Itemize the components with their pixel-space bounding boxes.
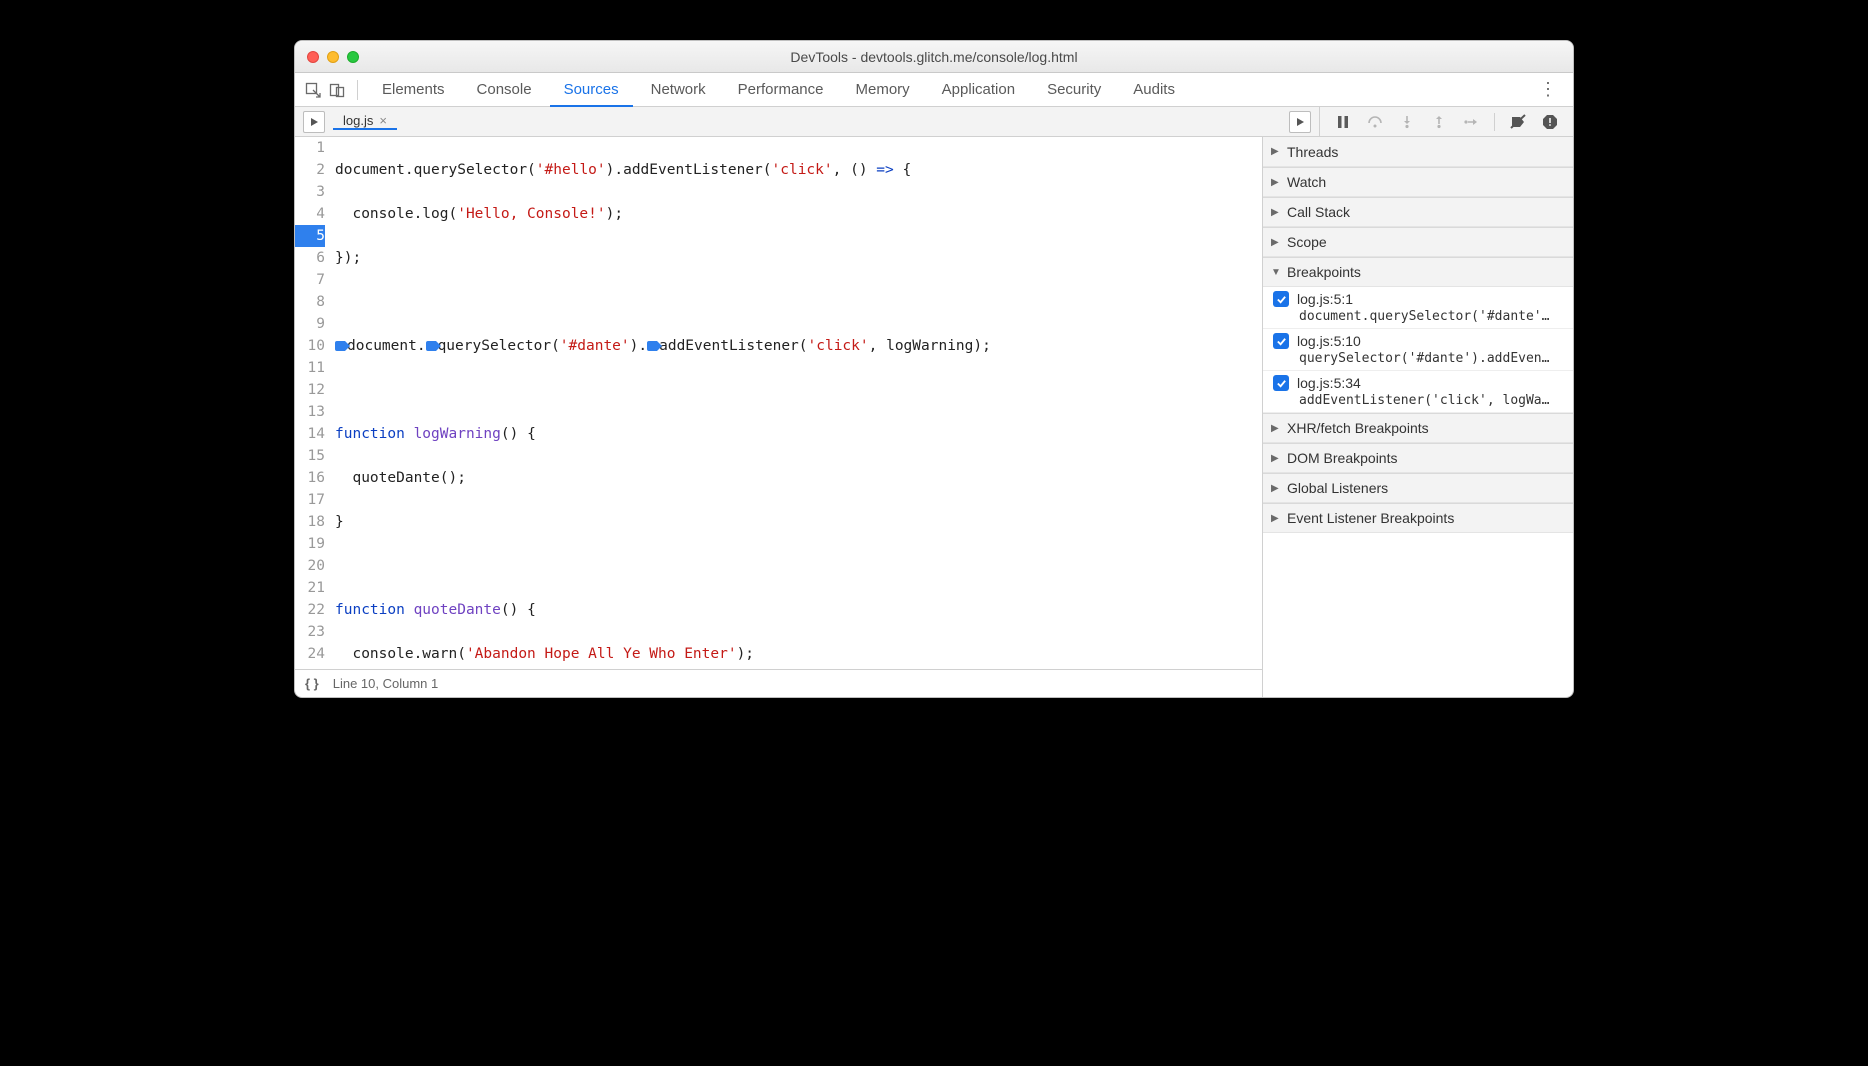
cursor-position: Line 10, Column 1 xyxy=(333,676,439,691)
step-over-icon[interactable] xyxy=(1366,113,1384,131)
deactivate-breakpoints-icon[interactable] xyxy=(1509,113,1527,131)
file-tab-label: log.js xyxy=(343,113,373,128)
close-file-icon[interactable]: × xyxy=(379,113,387,128)
panel-threads[interactable]: ▶Threads xyxy=(1263,137,1573,167)
editor-statusbar: { } Line 10, Column 1 xyxy=(295,669,1262,697)
step-out-icon[interactable] xyxy=(1430,113,1448,131)
panel-global-label: Global Listeners xyxy=(1287,480,1388,496)
file-tab-logjs[interactable]: log.js × xyxy=(333,113,397,130)
maximize-window-button[interactable] xyxy=(347,51,359,63)
breakpoint-checkbox[interactable] xyxy=(1273,375,1289,391)
code-editor[interactable]: 1234 5 6789 10111213 14151617 18192021 2… xyxy=(295,137,1262,669)
debugger-sidebar: ▶Threads ▶Watch ▶Call Stack ▶Scope ▼Brea… xyxy=(1263,137,1573,697)
titlebar: DevTools - devtools.glitch.me/console/lo… xyxy=(295,41,1573,73)
panel-breakpoints[interactable]: ▼Breakpoints xyxy=(1263,257,1573,287)
breakpoint-item[interactable]: log.js:5:1 document.querySelector('#dant… xyxy=(1263,287,1573,329)
toolbar-separator xyxy=(1494,113,1495,131)
panel-watch[interactable]: ▶Watch xyxy=(1263,167,1573,197)
more-options-icon[interactable]: ⋮ xyxy=(1531,79,1565,100)
inspect-element-icon[interactable] xyxy=(303,80,323,100)
panel-watch-label: Watch xyxy=(1287,174,1326,190)
window-title: DevTools - devtools.glitch.me/console/lo… xyxy=(295,49,1573,65)
line-gutter[interactable]: 1234 5 6789 10111213 14151617 18192021 2… xyxy=(295,137,329,669)
device-toolbar-icon[interactable] xyxy=(327,80,347,100)
tab-performance[interactable]: Performance xyxy=(724,73,838,106)
show-navigator-icon[interactable] xyxy=(303,111,325,133)
tab-memory[interactable]: Memory xyxy=(842,73,924,106)
step-icon[interactable] xyxy=(1462,113,1480,131)
close-window-button[interactable] xyxy=(307,51,319,63)
panel-dom-label: DOM Breakpoints xyxy=(1287,450,1397,466)
breakpoint-marker-icon[interactable] xyxy=(426,341,436,351)
breakpoint-snippet: querySelector('#dante').addEven… xyxy=(1273,349,1565,366)
devtools-window: DevTools - devtools.glitch.me/console/lo… xyxy=(294,40,1574,698)
panel-event-label: Event Listener Breakpoints xyxy=(1287,510,1454,526)
minimize-window-button[interactable] xyxy=(327,51,339,63)
panel-event-listener-breakpoints[interactable]: ▶Event Listener Breakpoints xyxy=(1263,503,1573,533)
breakpoint-snippet: document.querySelector('#dante'… xyxy=(1273,307,1565,324)
tab-sources[interactable]: Sources xyxy=(550,74,633,107)
tab-application[interactable]: Application xyxy=(928,73,1029,106)
tab-audits[interactable]: Audits xyxy=(1119,73,1189,106)
show-debugger-icon[interactable] xyxy=(1289,111,1311,133)
step-into-icon[interactable] xyxy=(1398,113,1416,131)
breakpoint-item[interactable]: log.js:5:34 addEventListener('click', lo… xyxy=(1263,371,1573,413)
breakpoint-line-5: 5 xyxy=(295,225,325,247)
tab-console[interactable]: Console xyxy=(463,73,546,106)
traffic-lights xyxy=(295,51,359,63)
panel-scope-label: Scope xyxy=(1287,234,1327,250)
breakpoint-marker-icon[interactable] xyxy=(335,341,345,351)
breakpoint-marker-icon[interactable] xyxy=(647,341,657,351)
code-content[interactable]: document.querySelector('#hello').addEven… xyxy=(329,137,1262,669)
editor-pane: 1234 5 6789 10111213 14151617 18192021 2… xyxy=(295,137,1263,697)
pause-icon[interactable] xyxy=(1334,113,1352,131)
tab-separator xyxy=(357,80,358,100)
breakpoint-location: log.js:5:1 xyxy=(1297,291,1353,307)
panel-scope[interactable]: ▶Scope xyxy=(1263,227,1573,257)
panel-callstack[interactable]: ▶Call Stack xyxy=(1263,197,1573,227)
pause-on-exceptions-icon[interactable] xyxy=(1541,113,1559,131)
devtools-tabs: Elements Console Sources Network Perform… xyxy=(295,73,1573,107)
tab-security[interactable]: Security xyxy=(1033,73,1115,106)
panel-xhr-breakpoints[interactable]: ▶XHR/fetch Breakpoints xyxy=(1263,413,1573,443)
panel-xhr-label: XHR/fetch Breakpoints xyxy=(1287,420,1429,436)
main-area: 1234 5 6789 10111213 14151617 18192021 2… xyxy=(295,137,1573,697)
pretty-print-icon[interactable]: { } xyxy=(305,676,319,691)
tab-network[interactable]: Network xyxy=(637,73,720,106)
panel-callstack-label: Call Stack xyxy=(1287,204,1350,220)
breakpoint-snippet: addEventListener('click', logWa… xyxy=(1273,391,1565,408)
debugger-toolbar xyxy=(1320,107,1573,136)
panel-threads-label: Threads xyxy=(1287,144,1338,160)
panel-global-listeners[interactable]: ▶Global Listeners xyxy=(1263,473,1573,503)
tab-elements[interactable]: Elements xyxy=(368,73,459,106)
breakpoint-location: log.js:5:10 xyxy=(1297,333,1361,349)
panel-dom-breakpoints[interactable]: ▶DOM Breakpoints xyxy=(1263,443,1573,473)
sources-toolbar: log.js × xyxy=(295,107,1573,137)
panel-breakpoints-label: Breakpoints xyxy=(1287,264,1361,280)
breakpoint-location: log.js:5:34 xyxy=(1297,375,1361,391)
breakpoint-checkbox[interactable] xyxy=(1273,291,1289,307)
breakpoint-item[interactable]: log.js:5:10 querySelector('#dante').addE… xyxy=(1263,329,1573,371)
breakpoint-checkbox[interactable] xyxy=(1273,333,1289,349)
